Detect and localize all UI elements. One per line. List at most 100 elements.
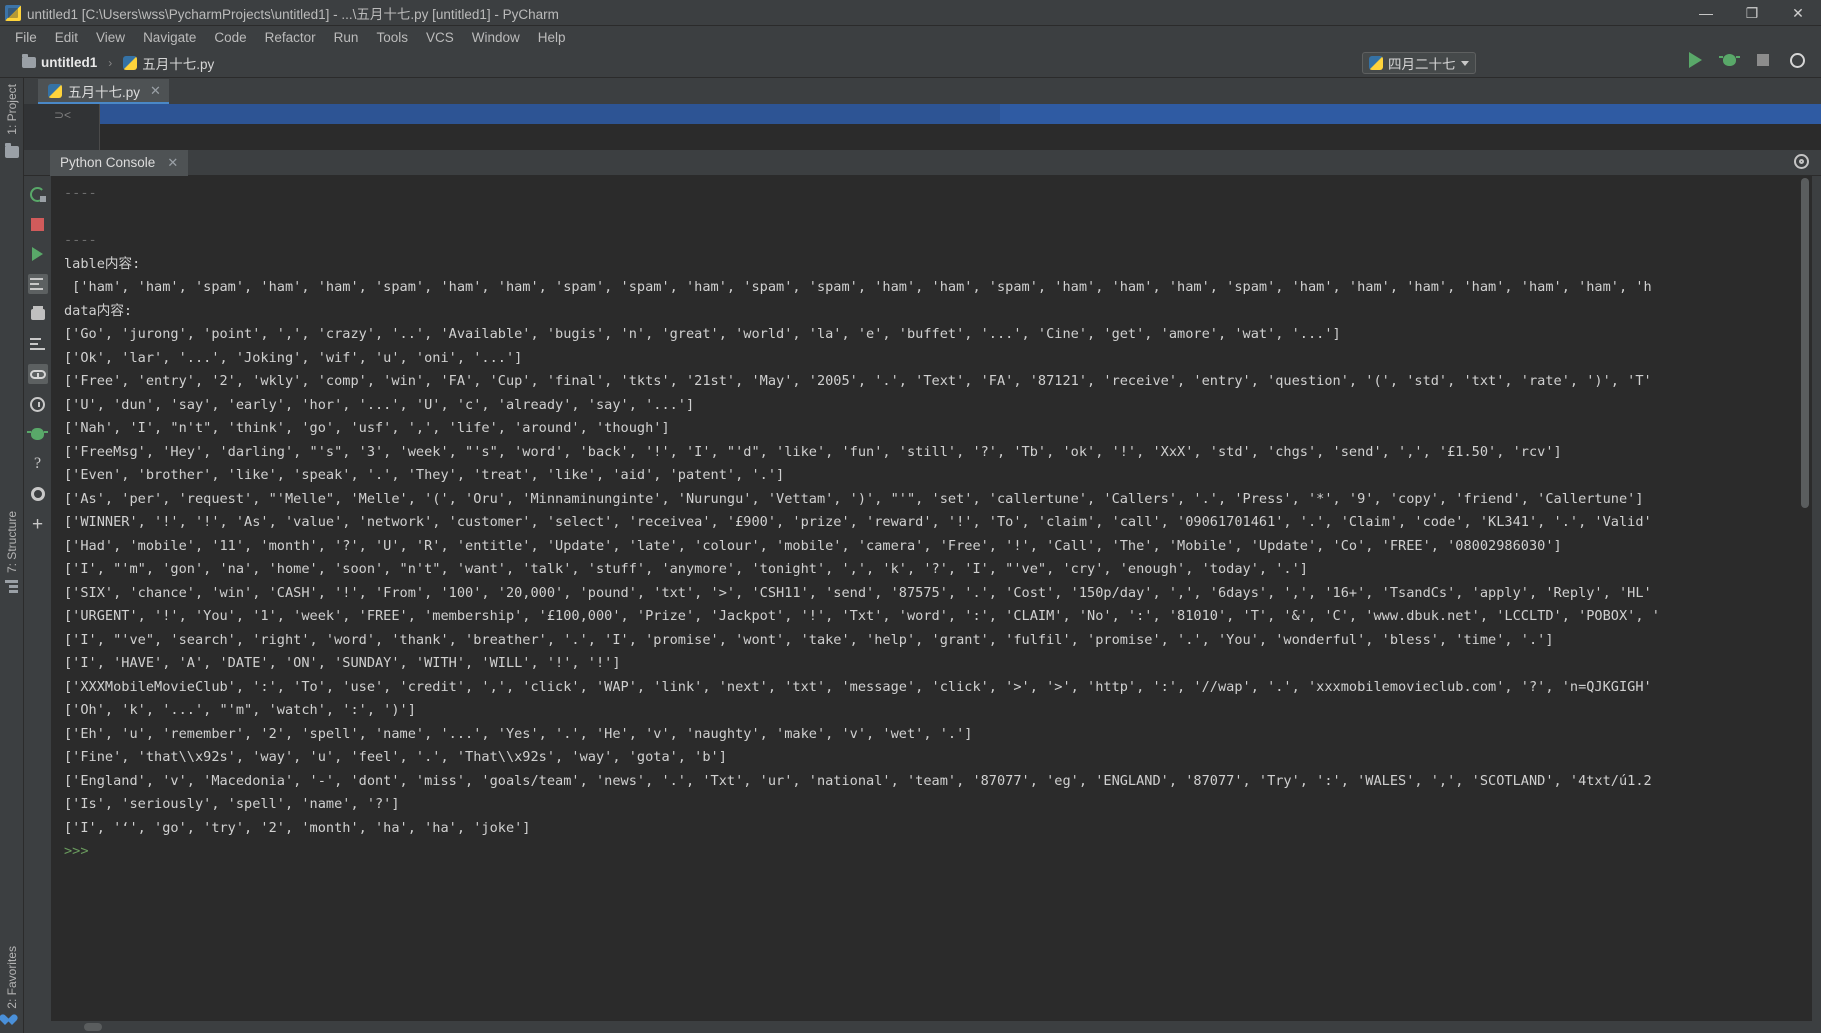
minimize-button[interactable]: — bbox=[1683, 0, 1729, 26]
run-button[interactable] bbox=[1685, 50, 1705, 70]
menu-help[interactable]: Help bbox=[529, 28, 575, 47]
left-tool-strip: 1: Project 7: Structure 2: Favorites bbox=[0, 78, 24, 1033]
menu-code[interactable]: Code bbox=[205, 28, 255, 47]
editor-gutter: ⊃< bbox=[24, 104, 100, 150]
right-tool-strip bbox=[1811, 176, 1821, 1021]
search-icon bbox=[1789, 52, 1805, 68]
debug-button[interactable] bbox=[1718, 50, 1740, 70]
close-button[interactable]: ✕ bbox=[1775, 0, 1821, 26]
scrollbar-thumb[interactable] bbox=[1801, 178, 1809, 508]
stop-console-button[interactable] bbox=[28, 214, 48, 234]
console-line: lable内容: bbox=[64, 255, 141, 272]
help-button[interactable]: ? bbox=[28, 454, 48, 474]
maximize-button[interactable]: ❐ bbox=[1729, 0, 1775, 26]
console-tab[interactable]: Python Console ✕ bbox=[50, 149, 189, 176]
stop-icon bbox=[1757, 54, 1769, 66]
console-line: ['Oh', 'k', '...', "'m", 'watch', ':', '… bbox=[64, 702, 416, 718]
breadcrumb: untitled1 › 五月十七.py bbox=[22, 53, 214, 73]
menu-file[interactable]: File bbox=[6, 28, 46, 47]
history-button[interactable] bbox=[28, 394, 48, 414]
console-line: ---- bbox=[64, 232, 97, 248]
window-controls: — ❐ ✕ bbox=[1683, 0, 1821, 26]
editor-selection-highlight bbox=[100, 104, 1821, 124]
favorites-icon-wrap bbox=[5, 1015, 18, 1033]
project-folder-icon[interactable] bbox=[4, 142, 19, 158]
console-body: ? + ---- ---- lable内容: ['ham', 'ham', 'sp… bbox=[24, 176, 1821, 1021]
debug-console-button[interactable] bbox=[27, 424, 48, 444]
console-line: ['Go', 'jurong', 'point', ',', 'crazy', … bbox=[64, 326, 1341, 342]
menu-vcs[interactable]: VCS bbox=[417, 28, 463, 47]
console-line: ['URGENT', '!', 'You', '1', 'week', 'FRE… bbox=[64, 608, 1660, 624]
console-line: ['Ok', 'lar', '...', 'Joking', 'wif', 'u… bbox=[64, 349, 523, 366]
search-everywhere-button[interactable] bbox=[1787, 50, 1807, 70]
show-variables-button[interactable] bbox=[27, 364, 48, 384]
menu-view[interactable]: View bbox=[87, 28, 134, 47]
console-line: ['ham', 'ham', 'spam', 'ham', 'ham', 'sp… bbox=[64, 279, 1652, 295]
console-line: ['Free', 'entry', '2', 'wkly', 'comp', '… bbox=[64, 373, 1652, 389]
code-fold-icon[interactable]: ⊃< bbox=[54, 108, 71, 122]
heart-icon[interactable] bbox=[5, 1015, 18, 1027]
console-line: ['I', 'HAVE', 'A', 'DATE', 'ON', 'SUNDAY… bbox=[64, 655, 621, 671]
python-config-icon bbox=[1369, 56, 1383, 70]
play-icon bbox=[32, 247, 43, 261]
pycharm-logo-icon bbox=[5, 4, 21, 21]
menu-tools[interactable]: Tools bbox=[367, 28, 417, 47]
soft-wrap-button[interactable] bbox=[28, 334, 48, 354]
play-icon bbox=[1688, 52, 1702, 68]
editor-tab[interactable]: 五月十七.py ✕ bbox=[38, 79, 169, 104]
print-button[interactable] bbox=[28, 304, 48, 324]
stop-button[interactable] bbox=[1753, 50, 1773, 70]
console-output[interactable]: ---- ---- lable内容: ['ham', 'ham', 'spam',… bbox=[52, 176, 1811, 1021]
title-bar: untitled1 [C:\Users\wss\PycharmProjects\… bbox=[0, 0, 1821, 26]
add-console-button[interactable]: + bbox=[28, 514, 48, 534]
close-icon[interactable]: ✕ bbox=[163, 155, 178, 171]
bug-icon bbox=[27, 428, 48, 440]
run-configuration-name: 四月二十七 bbox=[1388, 57, 1456, 72]
menu-navigate[interactable]: Navigate bbox=[134, 28, 205, 47]
sidebar-item-structure[interactable]: 7: Structure bbox=[5, 505, 19, 579]
close-icon[interactable]: ✕ bbox=[146, 83, 161, 99]
editor-and-console-column: 五月十七.py ✕ ⊃< Python Console ✕ ? + ---- -… bbox=[24, 78, 1821, 1033]
glasses-icon bbox=[29, 369, 46, 379]
gear-icon bbox=[30, 487, 45, 501]
scroll-to-end-button[interactable] bbox=[27, 274, 48, 294]
editor-area[interactable]: ⊃< bbox=[24, 104, 1821, 150]
plus-icon: + bbox=[31, 513, 44, 535]
console-line: ['I', '‘', 'go', 'try', '2', 'month', 'h… bbox=[64, 819, 531, 836]
execute-button[interactable] bbox=[28, 244, 48, 264]
python-file-icon bbox=[123, 55, 138, 70]
rerun-button[interactable] bbox=[28, 184, 48, 204]
editor-tab-label: 五月十七.py bbox=[68, 84, 141, 100]
sidebar-item-favorites[interactable]: 2: Favorites bbox=[5, 940, 19, 1015]
structure-icon[interactable] bbox=[5, 579, 18, 593]
menu-edit[interactable]: Edit bbox=[46, 28, 87, 47]
console-line: ['As', 'per', 'request', "'Melle", 'Mell… bbox=[64, 490, 1644, 507]
gear-icon[interactable] bbox=[1794, 154, 1809, 169]
console-line: ['U', 'dun', 'say', 'early', 'hor', '...… bbox=[64, 396, 695, 413]
sidebar-item-project[interactable]: 1: Project bbox=[5, 78, 19, 141]
question-mark-icon: ? bbox=[33, 455, 42, 472]
console-line: ['Is', 'seriously', 'spell', 'name', '?'… bbox=[64, 796, 400, 812]
console-line: >>> bbox=[64, 843, 89, 859]
scrollbar-thumb-horizontal[interactable] bbox=[84, 1023, 102, 1031]
breadcrumb-project[interactable]: untitled1 bbox=[41, 55, 97, 70]
window-title: untitled1 [C:\Users\wss\PycharmProjects\… bbox=[27, 6, 559, 22]
chevron-down-icon bbox=[1461, 60, 1469, 66]
menu-refactor[interactable]: Refactor bbox=[256, 28, 325, 47]
console-header: Python Console ✕ bbox=[24, 149, 1821, 176]
rerun-icon bbox=[30, 186, 46, 202]
bug-icon bbox=[1718, 54, 1740, 66]
menu-window[interactable]: Window bbox=[463, 28, 529, 47]
console-vertical-scrollbar[interactable] bbox=[1799, 176, 1811, 1021]
menu-run[interactable]: Run bbox=[325, 28, 368, 47]
soft-wrap-icon bbox=[30, 337, 45, 351]
editor-tab-bar: 五月十七.py ✕ bbox=[24, 78, 1821, 104]
run-configuration-selector[interactable]: 四月二十七 bbox=[1362, 52, 1476, 74]
console-line: ['I', "'ve", 'search', 'right', 'word', … bbox=[64, 631, 1554, 648]
console-line: ['Nah', 'I', "n't", 'think', 'go', 'usf'… bbox=[64, 420, 670, 436]
console-horizontal-scrollbar[interactable] bbox=[24, 1021, 1821, 1033]
python-tab-icon bbox=[48, 83, 62, 98]
settings-button[interactable] bbox=[28, 484, 48, 504]
breadcrumb-file[interactable]: 五月十七.py bbox=[142, 53, 214, 73]
clock-icon bbox=[30, 396, 45, 412]
